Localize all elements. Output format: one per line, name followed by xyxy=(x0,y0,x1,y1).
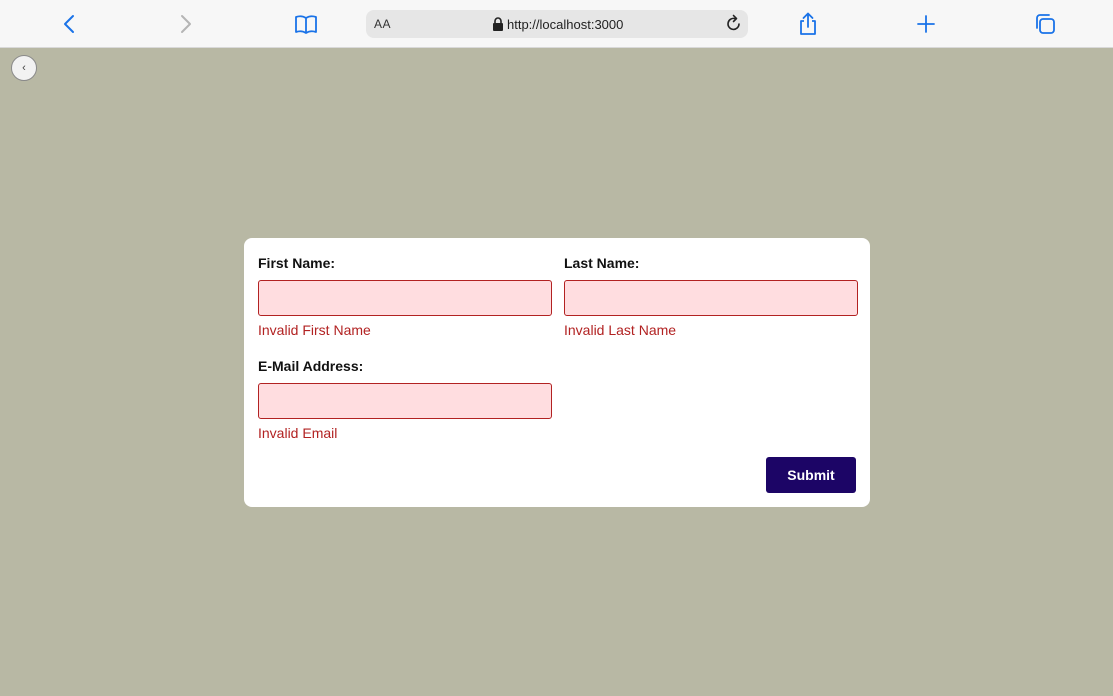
reload-icon[interactable] xyxy=(724,14,744,34)
back-button[interactable] xyxy=(56,11,82,37)
forward-button[interactable] xyxy=(173,11,199,37)
tabs-overview-button[interactable] xyxy=(1032,11,1058,37)
submit-button[interactable]: Submit xyxy=(766,457,856,493)
reader-mode-button[interactable]: AA xyxy=(374,17,391,31)
email-input[interactable] xyxy=(258,383,552,419)
forward-icon xyxy=(181,15,191,33)
url-text: http://localhost:3000 xyxy=(507,17,624,32)
first-name-label: First Name: xyxy=(258,255,336,271)
plus-icon xyxy=(917,15,935,33)
address-bar[interactable]: AA http://localhost:3000 xyxy=(366,10,748,38)
back-icon xyxy=(64,15,74,33)
book-icon xyxy=(295,15,317,34)
chevron-left-icon: ‹ xyxy=(22,62,26,74)
share-icon xyxy=(800,12,816,35)
new-tab-button[interactable] xyxy=(913,11,939,37)
sidebar-toggle-button[interactable]: ‹ xyxy=(11,55,37,81)
last-name-input[interactable] xyxy=(564,280,858,316)
last-name-label: Last Name: xyxy=(564,255,640,271)
first-name-input[interactable] xyxy=(258,280,552,316)
lock-icon xyxy=(493,17,503,31)
signup-form-card: First Name: Invalid First Name Last Name… xyxy=(244,238,870,507)
tabs-icon xyxy=(1036,14,1055,34)
browser-toolbar: AA http://localhost:3000 xyxy=(0,0,1113,48)
email-label: E-Mail Address: xyxy=(258,358,364,374)
share-button[interactable] xyxy=(795,11,821,37)
bookmarks-button[interactable] xyxy=(293,11,319,37)
email-error: Invalid Email xyxy=(258,425,338,441)
first-name-error: Invalid First Name xyxy=(258,322,371,338)
last-name-error: Invalid Last Name xyxy=(564,322,677,338)
